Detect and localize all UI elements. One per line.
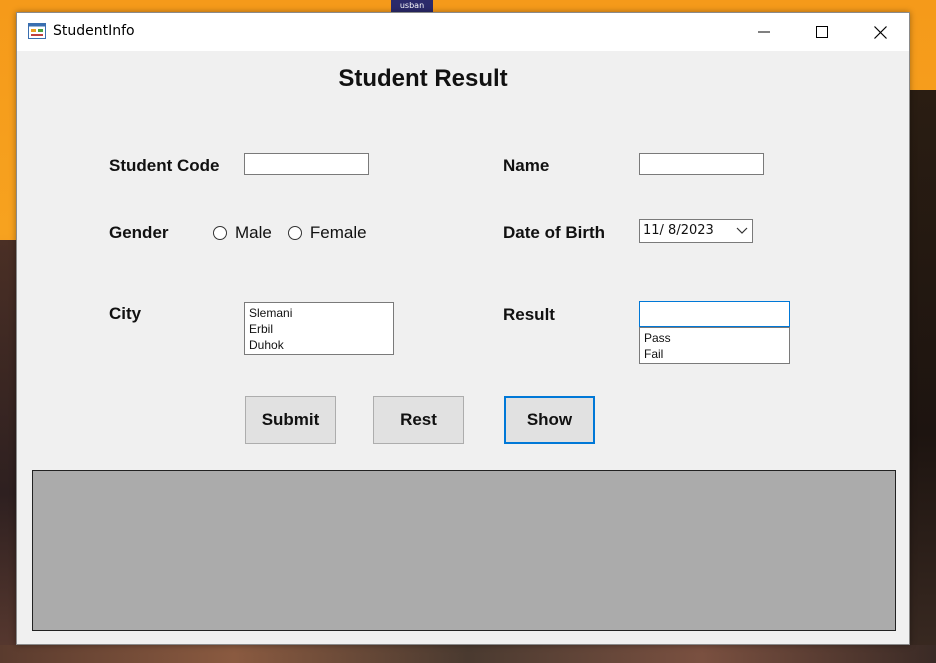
- student-code-label: Student Code: [109, 156, 220, 175]
- close-button[interactable]: [851, 13, 909, 51]
- city-listbox[interactable]: Slemani Erbil Duhok: [244, 302, 394, 355]
- window-title: StudentInfo: [53, 23, 135, 39]
- desktop-background-bottom: [0, 645, 936, 663]
- maximize-icon: [816, 26, 828, 38]
- app-form-icon: [28, 23, 46, 39]
- result-dropdown-list[interactable]: Pass Fail: [639, 327, 790, 364]
- desktop-background-right: [910, 90, 936, 663]
- title-bar[interactable]: StudentInfo: [17, 13, 909, 51]
- name-input[interactable]: [639, 153, 764, 175]
- result-option[interactable]: Fail: [644, 346, 785, 362]
- maximize-button[interactable]: [793, 13, 851, 51]
- gender-label: Gender: [109, 223, 169, 242]
- result-option[interactable]: Pass: [644, 330, 785, 346]
- background-app-thumbnail: usban: [391, 0, 433, 12]
- city-option[interactable]: Slemani: [249, 305, 389, 321]
- gender-female-label[interactable]: Female: [310, 223, 367, 243]
- city-label: City: [109, 304, 142, 323]
- submit-button[interactable]: Submit: [245, 396, 336, 444]
- city-option[interactable]: Erbil: [249, 321, 389, 337]
- gender-male-radio[interactable]: [213, 226, 227, 240]
- show-button[interactable]: Show: [504, 396, 595, 444]
- result-combo-input[interactable]: [639, 301, 790, 327]
- close-icon: [873, 25, 887, 39]
- student-code-input[interactable]: [244, 153, 369, 175]
- gender-male-label[interactable]: Male: [235, 223, 272, 243]
- result-label: Result: [503, 305, 555, 324]
- reset-button[interactable]: Rest: [373, 396, 464, 444]
- page-title: Student Result: [338, 65, 508, 92]
- city-option[interactable]: Duhok: [249, 337, 389, 353]
- date-of-birth-picker[interactable]: 11/ 8/2023: [639, 219, 753, 243]
- studentinfo-window: StudentInfo Student Result Student Code …: [16, 12, 910, 645]
- minimize-icon: [758, 31, 770, 33]
- minimize-button[interactable]: [735, 13, 793, 51]
- date-of-birth-label: Date of Birth: [503, 223, 605, 242]
- name-label: Name: [503, 156, 550, 175]
- chevron-down-icon[interactable]: [736, 224, 748, 236]
- results-data-grid[interactable]: [32, 470, 896, 631]
- date-of-birth-value: 11/ 8/2023: [643, 223, 714, 238]
- gender-female-radio[interactable]: [287, 226, 302, 240]
- gender-radio-group: Male Female: [213, 223, 375, 243]
- desktop-background-left: [0, 240, 16, 663]
